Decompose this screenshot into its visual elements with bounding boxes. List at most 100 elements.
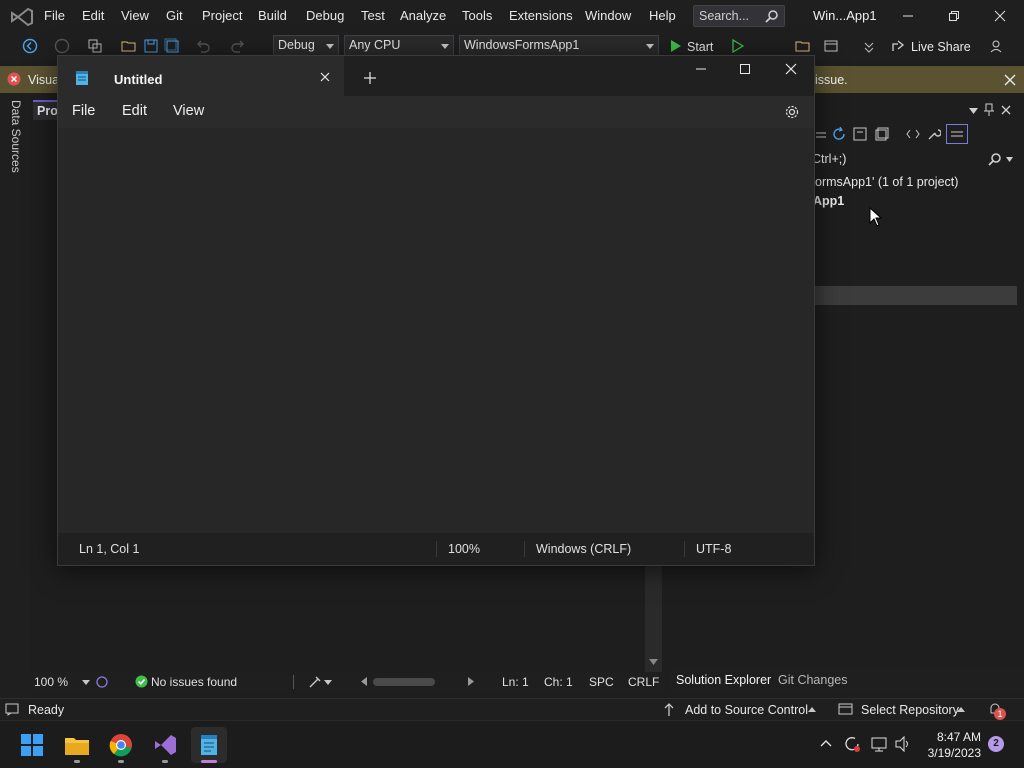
vs-minimize-button[interactable] — [885, 0, 931, 32]
taskbar-visual-studio[interactable] — [147, 727, 183, 763]
preview-selected-items-button[interactable] — [946, 124, 968, 144]
chevron-up-icon[interactable] — [808, 707, 816, 712]
menu-analyze[interactable]: Analyze — [400, 8, 446, 23]
platform-dropdown[interactable]: Any CPU — [344, 35, 454, 57]
undo-icon[interactable] — [194, 37, 212, 55]
notepad-document-tab[interactable]: Untitled — [58, 56, 344, 96]
data-sources-tab[interactable]: Data Sources — [9, 100, 23, 173]
solution-explorer-selected-row[interactable] — [815, 286, 1017, 305]
menu-git[interactable]: Git — [166, 8, 183, 23]
feedback-icon[interactable] — [987, 37, 1005, 55]
taskbar-file-explorer[interactable] — [59, 727, 95, 763]
tab-git-changes[interactable]: Git Changes — [778, 673, 847, 687]
solution-search-hint[interactable]: Ctrl+;) — [812, 152, 846, 166]
start-without-debugging-icon[interactable] — [728, 37, 746, 55]
network-icon[interactable] — [871, 735, 889, 753]
tab-solution-explorer[interactable]: Solution Explorer — [676, 673, 771, 687]
start-button-label[interactable]: Start — [687, 40, 713, 54]
editor-vertical-scrollbar[interactable] — [645, 565, 662, 675]
vs-restore-button[interactable] — [931, 0, 977, 32]
vs-search-box[interactable]: Search... — [693, 5, 785, 27]
menu-file[interactable]: File — [44, 8, 65, 23]
solution-node[interactable]: ormsApp1' (1 of 1 project) — [815, 175, 958, 189]
live-share-icon[interactable] — [889, 37, 907, 55]
menu-help[interactable]: Help — [649, 8, 676, 23]
sync-status-icon[interactable] — [843, 735, 861, 753]
notepad-tab-close-button[interactable] — [316, 68, 334, 86]
code-cleanup-icon[interactable] — [308, 675, 322, 689]
save-all-icon[interactable] — [163, 37, 181, 55]
scroll-right-icon[interactable] — [468, 677, 474, 686]
start-button[interactable] — [14, 727, 50, 763]
editor-line-ending[interactable]: CRLF — [628, 675, 659, 689]
volume-icon[interactable] — [894, 735, 912, 753]
menu-test[interactable]: Test — [361, 8, 385, 23]
notification-center-badge[interactable]: 2 — [988, 736, 1004, 752]
menu-build[interactable]: Build — [258, 8, 287, 23]
notepad-new-tab-button[interactable] — [360, 68, 380, 88]
refresh-icon[interactable] — [832, 127, 846, 141]
notepad-menu-edit[interactable]: Edit — [122, 103, 147, 119]
notepad-menu-file[interactable]: File — [72, 103, 95, 119]
menu-debug[interactable]: Debug — [306, 8, 344, 23]
properties-wrench-icon[interactable] — [927, 127, 941, 141]
copilot-icon[interactable] — [95, 675, 109, 689]
taskbar-notepad[interactable] — [191, 727, 227, 763]
add-to-source-control[interactable]: Add to Source Control — [685, 703, 808, 717]
panel-options-icon[interactable] — [969, 108, 978, 114]
menu-tools[interactable]: Tools — [462, 8, 492, 23]
chevron-down-icon[interactable] — [1006, 157, 1013, 162]
menu-view[interactable]: View — [121, 8, 149, 23]
toolbar-overflow-icon[interactable] — [860, 37, 878, 55]
back-icon[interactable] — [21, 37, 39, 55]
startup-project-dropdown[interactable]: WindowsFormsApp1 — [459, 35, 659, 57]
notepad-menu-view[interactable]: View — [173, 103, 204, 119]
notepad-close-button[interactable] — [768, 56, 814, 82]
select-repository[interactable]: Select Repository — [861, 703, 959, 717]
notepad-maximize-button[interactable] — [722, 56, 768, 82]
menu-edit[interactable]: Edit — [82, 8, 104, 23]
notepad-settings-button[interactable] — [782, 102, 802, 122]
taskbar-chrome[interactable] — [103, 727, 139, 763]
output-icon[interactable] — [5, 703, 19, 716]
notepad-zoom-level[interactable]: 100% — [448, 542, 480, 556]
notepad-text-area[interactable] — [58, 128, 814, 533]
menu-project[interactable]: Project — [202, 8, 242, 23]
live-share-label[interactable]: Live Share — [911, 40, 971, 54]
editor-zoom-dropdown[interactable]: 100 % — [34, 675, 68, 689]
scroll-left-icon[interactable] — [361, 677, 367, 686]
chevron-up-icon[interactable] — [957, 707, 965, 712]
show-all-files-icon[interactable] — [875, 127, 889, 141]
close-icon[interactable] — [1001, 105, 1011, 115]
show-hidden-icons-chevron-icon[interactable] — [820, 739, 832, 747]
collapse-all-icon[interactable] — [853, 127, 867, 141]
notepad-minimize-button[interactable] — [678, 56, 724, 82]
project-node[interactable]: App1 — [813, 194, 844, 208]
redo-icon[interactable] — [229, 37, 247, 55]
configuration-dropdown[interactable]: Debug — [273, 35, 339, 57]
scroll-down-icon[interactable] — [649, 659, 658, 665]
chevron-down-icon[interactable] — [324, 680, 332, 685]
view-code-icon[interactable] — [906, 129, 920, 139]
vs-close-button[interactable] — [977, 0, 1023, 32]
search-icon[interactable] — [988, 152, 1002, 166]
layout-icon[interactable] — [822, 37, 840, 55]
open-folder-icon[interactable] — [120, 37, 138, 55]
horizontal-scroll-thumb[interactable] — [373, 678, 435, 686]
visual-studio-logo-icon[interactable] — [8, 6, 36, 28]
save-icon[interactable] — [142, 37, 160, 55]
info-bar-close-icon[interactable] — [1004, 74, 1016, 86]
menu-window[interactable]: Window — [585, 8, 631, 23]
menu-extensions[interactable]: Extensions — [509, 8, 573, 23]
notepad-line-ending[interactable]: Windows (CRLF) — [536, 542, 631, 556]
sync-icon[interactable] — [816, 128, 828, 142]
issues-status[interactable]: No issues found — [151, 675, 237, 689]
solution-configurations-icon[interactable] — [86, 37, 104, 55]
clock-time[interactable]: 8:47 AM — [926, 730, 981, 744]
clock-date[interactable]: 3/19/2023 — [916, 746, 981, 760]
notepad-encoding[interactable]: UTF-8 — [696, 542, 731, 556]
editor-whitespace-mode[interactable]: SPC — [589, 675, 614, 689]
solution-explorer-folder-icon[interactable] — [794, 37, 812, 55]
forward-icon[interactable] — [53, 37, 71, 55]
pin-icon[interactable] — [984, 103, 994, 117]
